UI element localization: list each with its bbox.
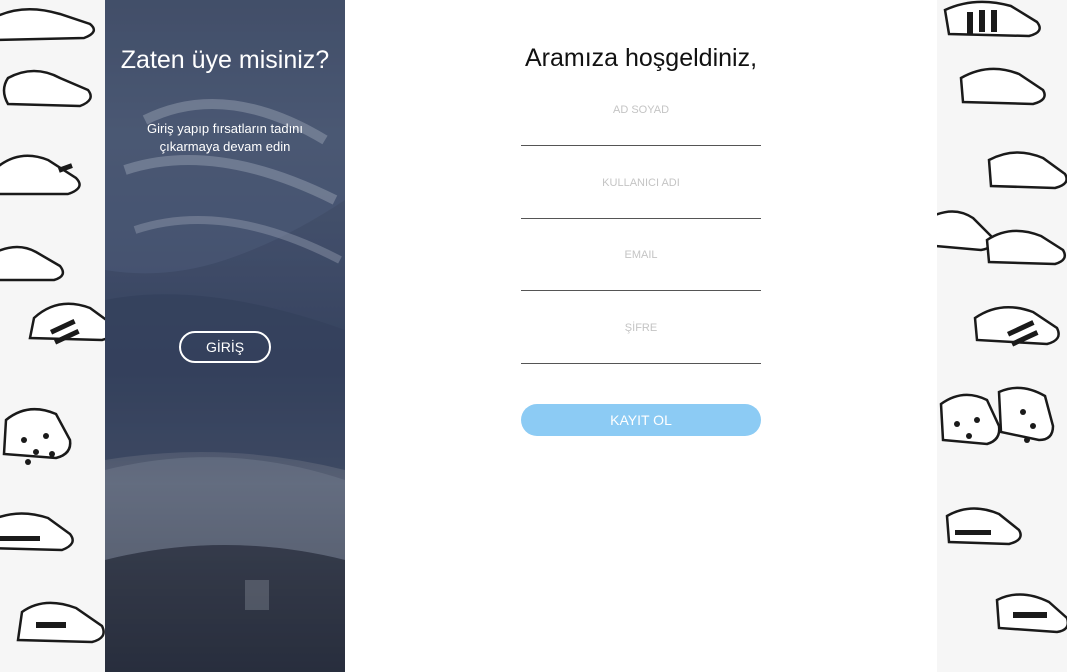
password-field: ŞİFRE [521,322,761,364]
side-panel-title: Zaten üye misiniz? [120,46,330,74]
email-label: EMAIL [624,249,658,261]
shoe-pattern-right [937,0,1067,672]
register-button[interactable]: KAYIT OL [521,404,761,436]
login-prompt-panel: Zaten üye misiniz? Giriş yapıp fırsatlar… [105,0,345,672]
shoe-doodle-icon [0,8,105,644]
full-name-field: AD SOYAD [521,104,761,146]
signup-card: Zaten üye misiniz? Giriş yapıp fırsatlar… [105,0,937,672]
full-name-input[interactable] [521,120,761,146]
username-input[interactable] [521,193,761,219]
signup-page: Zaten üye misiniz? Giriş yapıp fırsatlar… [0,0,1067,672]
password-label: ŞİFRE [624,322,658,334]
full-name-label: AD SOYAD [612,104,670,116]
password-input[interactable] [521,338,761,364]
welcome-heading: Aramıza hoşgeldiniz, [524,44,758,72]
username-field: KULLANICI ADI [521,177,761,219]
email-field: EMAIL [521,249,761,291]
username-label: KULLANICI ADI [602,177,680,189]
login-button[interactable]: GİRİŞ [179,331,271,363]
shoe-pattern-left [0,0,105,672]
email-input[interactable] [521,265,761,291]
side-panel-subtitle: Giriş yapıp fırsatların tadını çıkarmaya… [146,121,304,154]
shoe-doodle-icon [937,0,1067,634]
